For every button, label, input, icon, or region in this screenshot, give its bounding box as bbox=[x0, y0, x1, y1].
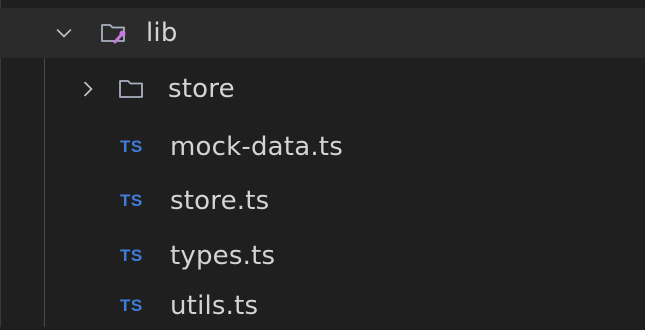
typescript-file-icon: TS bbox=[120, 191, 143, 210]
typescript-file-icon: TS bbox=[120, 296, 143, 315]
typescript-file-icon: TS bbox=[120, 246, 143, 265]
chevron-right-icon[interactable] bbox=[76, 77, 100, 101]
file-row[interactable]: TS utils.ts bbox=[0, 282, 645, 330]
file-label: mock-data.ts bbox=[170, 132, 343, 162]
file-label: utils.ts bbox=[170, 291, 259, 321]
typescript-file-icon: TS bbox=[120, 137, 143, 156]
chevron-down-icon[interactable] bbox=[52, 21, 76, 45]
file-label: store.ts bbox=[170, 186, 270, 216]
file-label: types.ts bbox=[170, 241, 276, 271]
folder-row-store[interactable]: store bbox=[0, 65, 645, 113]
file-row[interactable]: TS store.ts bbox=[0, 177, 645, 225]
file-row[interactable]: TS types.ts bbox=[0, 232, 645, 280]
folder-label: lib bbox=[146, 18, 178, 48]
folder-icon bbox=[118, 77, 146, 101]
folder-label: store bbox=[168, 74, 235, 104]
file-row[interactable]: TS mock-data.ts bbox=[0, 123, 645, 171]
folder-row-lib[interactable]: lib bbox=[0, 8, 645, 58]
file-explorer-tree: lib store TS mock-data.ts TS store.ts TS… bbox=[0, 0, 645, 327]
folder-lib-icon bbox=[100, 21, 128, 45]
